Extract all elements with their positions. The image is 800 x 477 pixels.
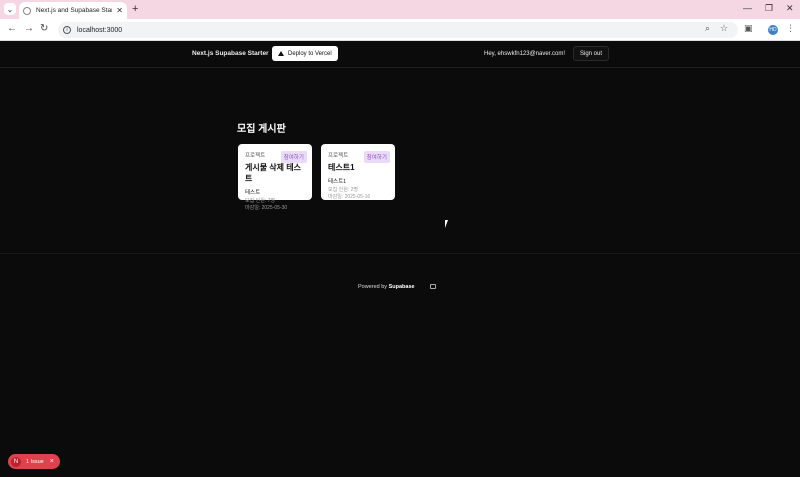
card-description: 테스트 xyxy=(245,190,261,196)
new-tab-button[interactable]: + xyxy=(132,3,138,15)
card-deadline: 마감일: 2025-05-16 xyxy=(328,194,371,200)
forward-icon[interactable]: → xyxy=(24,23,34,34)
vercel-icon xyxy=(278,51,284,56)
card-title: 테스트1 xyxy=(328,163,355,172)
sign-out-label: Sign out xyxy=(580,50,603,57)
page-title: 모집 게시판 xyxy=(237,124,286,135)
extensions-icon[interactable]: ▣ xyxy=(744,23,753,34)
card-deadline: 마감일: 2025-05-30 xyxy=(245,205,288,211)
browser-menu-icon[interactable]: ⋮ xyxy=(786,23,795,34)
user-greeting: Hey, ehswkfn123@naver.com! xyxy=(484,51,566,57)
powered-by-label: Powered by xyxy=(358,284,388,290)
theme-switcher-icon[interactable] xyxy=(430,284,436,289)
footer-divider xyxy=(0,253,800,254)
zoom-icon[interactable]: ⌕ xyxy=(705,23,710,34)
site-info-icon[interactable]: i xyxy=(63,26,71,34)
page: Next.js Supabase Starter Deploy to Verce… xyxy=(0,41,800,477)
close-icon[interactable]: × xyxy=(50,458,54,465)
brand-link[interactable]: Next.js Supabase Starter xyxy=(192,50,269,57)
window-close-icon[interactable]: ✕ xyxy=(786,3,794,14)
card-title: 게시물 삭제 테스트 xyxy=(245,163,301,183)
issues-badge[interactable]: N 1 Issue × xyxy=(8,454,60,469)
join-button[interactable]: 참여하기 xyxy=(363,151,390,163)
address-bar[interactable]: i localhost:3000 xyxy=(58,22,738,38)
post-card[interactable]: 프로젝트 참여하기 테스트1 테스트1 모집 인원: 2명 마감일: 2025-… xyxy=(321,144,395,200)
post-card[interactable]: 프로젝트 참여하기 게시물 삭제 테스트 테스트 모집 인원: 7명 마감일: … xyxy=(238,144,312,211)
card-members: 모집 인원: 2명 xyxy=(328,187,358,193)
browser-tab-strip: ⌄ Next.js and Supabase Starter Kit ✕ + —… xyxy=(0,0,800,19)
nextjs-logo-icon: N xyxy=(11,456,21,467)
site-nav: Next.js Supabase Starter Deploy to Verce… xyxy=(0,41,800,68)
sign-out-button[interactable]: Sign out xyxy=(573,46,610,61)
issue-count-label: 1 Issue xyxy=(26,458,44,465)
url-text: localhost:3000 xyxy=(77,26,123,34)
browser-toolbar: ← → ↻ i localhost:3000 ⌕ ☆ ▣ ⋮ xyxy=(0,19,800,41)
deploy-button[interactable]: Deploy to Vercel xyxy=(272,46,338,61)
back-icon[interactable]: ← xyxy=(7,23,17,34)
restore-icon[interactable]: ❐ xyxy=(765,3,773,14)
minimize-icon[interactable]: — xyxy=(743,3,752,13)
card-members: 모집 인원: 7명 xyxy=(245,198,275,204)
browser-tab[interactable]: Next.js and Supabase Starter Kit ✕ xyxy=(19,2,127,19)
reload-icon[interactable]: ↻ xyxy=(40,23,48,34)
profile-avatar[interactable]: HD xyxy=(768,25,778,35)
card-description: 테스트1 xyxy=(328,179,347,185)
tab-close-icon[interactable]: ✕ xyxy=(116,6,123,15)
join-button[interactable]: 참여하기 xyxy=(280,151,307,163)
supabase-link[interactable]: Supabase xyxy=(389,284,415,290)
deploy-label: Deploy to Vercel xyxy=(288,50,332,57)
tab-title: Next.js and Supabase Starter Kit xyxy=(36,7,112,14)
tab-search-chevron-icon[interactable]: ⌄ xyxy=(4,3,16,15)
mouse-cursor-icon xyxy=(445,220,448,228)
footer-text: Powered by Supabase xyxy=(358,284,415,290)
bookmark-star-icon[interactable]: ☆ xyxy=(720,23,728,34)
globe-icon xyxy=(23,6,31,15)
